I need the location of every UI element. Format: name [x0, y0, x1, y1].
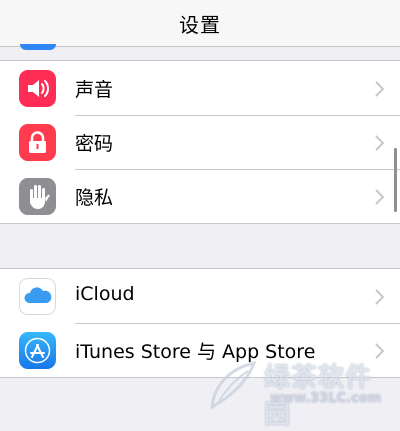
scroll-indicator[interactable]: [394, 148, 397, 212]
app-store-icon: [19, 332, 56, 369]
settings-row-icloud[interactable]: iCloud: [0, 269, 400, 323]
lock-icon: [19, 124, 56, 161]
settings-row-label: 密码: [75, 133, 114, 155]
icloud-icon: [19, 278, 56, 315]
chevron-right-icon: [375, 189, 384, 205]
partial-row-icon: [20, 44, 56, 50]
navigation-bar: 设置: [0, 0, 400, 47]
settings-row-label: iCloud: [75, 283, 135, 305]
speaker-icon: [19, 70, 56, 107]
settings-row-label: 隐私: [75, 187, 114, 209]
settings-row-passcode[interactable]: 密码: [0, 115, 400, 169]
chevron-right-icon: [375, 289, 384, 305]
settings-group-security: 声音 密码 隐私: [0, 60, 400, 224]
settings-row-privacy[interactable]: 隐私: [0, 169, 400, 223]
watermark-url: www.33LC.com: [270, 391, 382, 406]
chevron-right-icon: [375, 135, 384, 151]
chevron-right-icon: [375, 81, 384, 97]
hand-icon: [19, 178, 56, 215]
site-watermark: 绿茶软件园 www.33LC.com: [204, 355, 394, 430]
settings-row-label: 声音: [75, 79, 114, 101]
page-title: 设置: [179, 13, 221, 37]
settings-row-sound[interactable]: 声音: [0, 61, 400, 115]
